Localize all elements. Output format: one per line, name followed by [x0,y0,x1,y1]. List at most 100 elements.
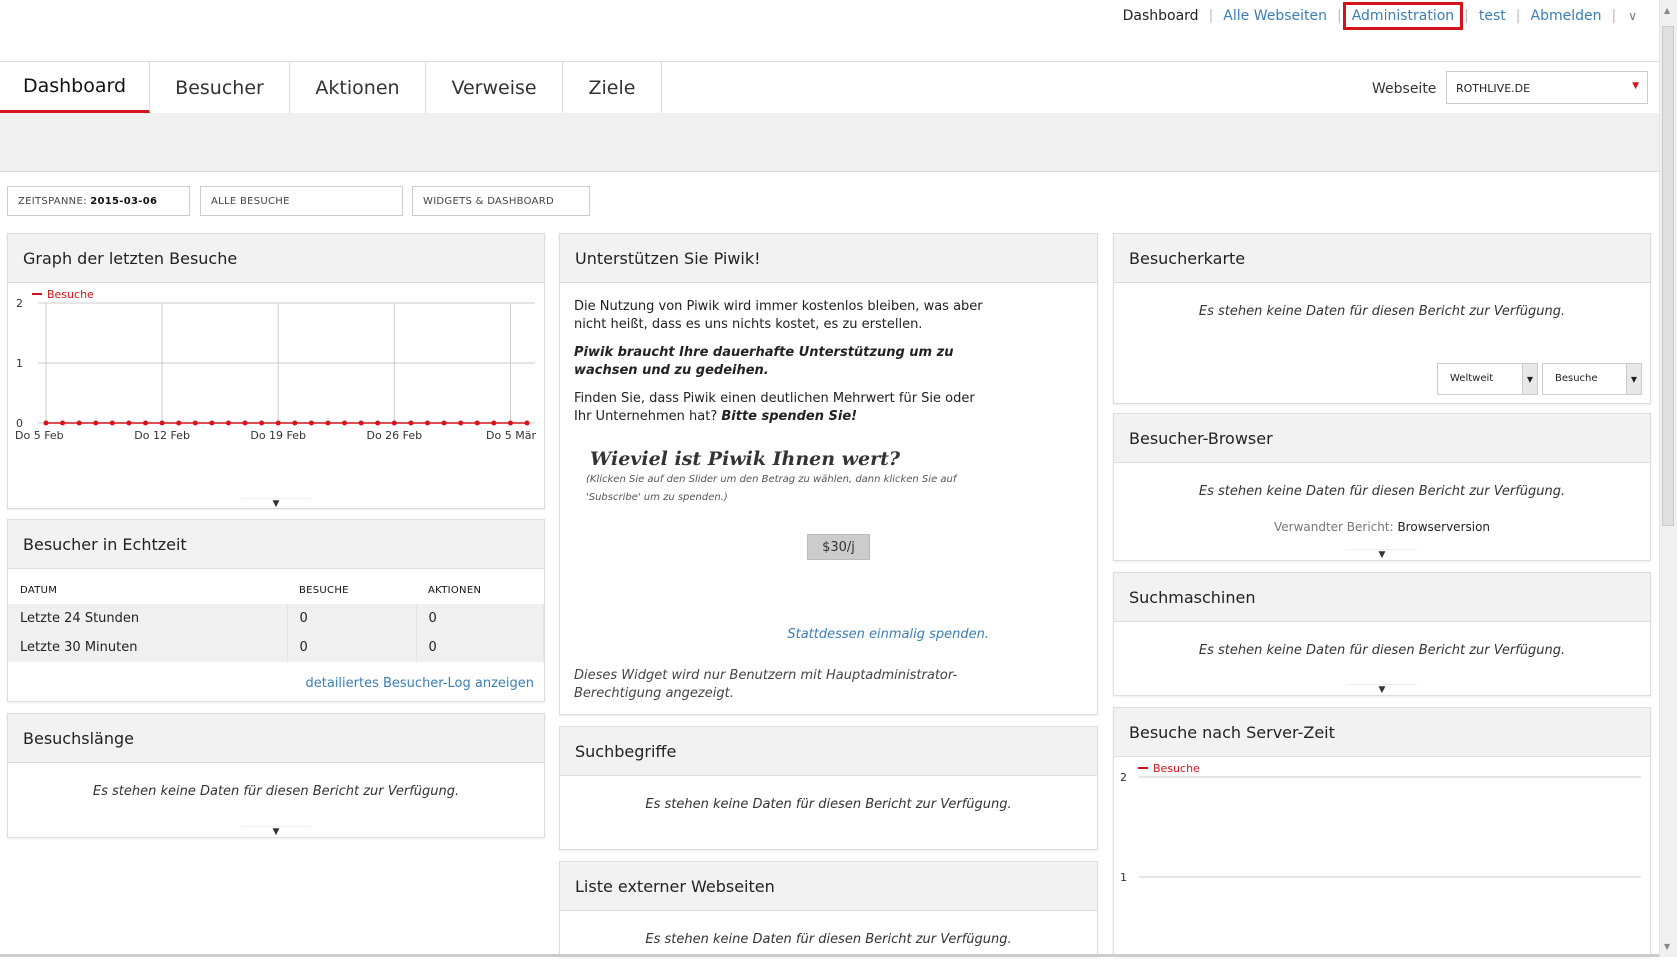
no-data-message: Es stehen keine Daten für diesen Bericht… [645,797,1012,812]
widget-title: Suchmaschinen [1114,573,1650,622]
data-point [358,420,364,426]
x-tick-label: Do 12 Feb [134,429,190,442]
site-selector-label: Webseite [1372,81,1437,97]
period-label: ZEITSPANNE: [18,196,87,207]
table-cell: 0 [416,633,544,662]
data-point [424,420,430,426]
data-point [342,420,348,426]
expand-arrow-icon[interactable]: ▼ [1347,549,1417,560]
scroll-up-icon[interactable]: ▲ [1664,6,1670,15]
data-point [325,420,331,426]
donate-hint: (Klicken Sie auf den Slider um den Betra… [586,474,957,503]
x-tick-label: Do 19 Feb [250,429,306,442]
one-time-donation-link[interactable]: Stattdessen einmalig spenden. [787,627,989,642]
map-scope-select[interactable]: Weltweit ▼ [1437,363,1538,395]
related-report-label: Verwandter Bericht: [1273,520,1394,534]
data-point [242,420,248,426]
legend-label: Besuche [1153,763,1200,775]
period-value: 2015-03-06 [90,196,158,207]
y-tick-label: 1 [1120,871,1127,884]
widget-title: Unterstützen Sie Piwik! [560,234,1097,283]
map-metric-select[interactable]: Besuche ▼ [1542,363,1642,395]
data-point [176,420,182,426]
topnav-logout-link[interactable]: Abmelden [1531,8,1602,24]
chevron-down-icon[interactable]: ∨ [1628,9,1637,23]
period-selector[interactable]: ZEITSPANNE: 2015-03-06 [7,186,190,216]
data-point [474,420,480,426]
donate-intro-text: Die Nutzung von Piwik wird immer kostenl… [574,299,983,332]
tab-referrers[interactable]: Verweise [426,62,563,113]
data-point [458,420,464,426]
expand-arrow-icon[interactable]: ▼ [241,826,311,837]
data-point [524,420,530,426]
y-tick-label: 2 [16,297,23,310]
topnav-administration-link[interactable]: Administration [1342,2,1464,30]
expand-arrow-icon[interactable]: ▼ [241,498,311,509]
data-point [143,420,149,426]
tab-goals[interactable]: Ziele [563,62,662,113]
site-selector[interactable]: ROTHLIVE.DE ▼ [1446,71,1648,104]
widget-server-time: Besuche nach Server-Zeit Besuche 2 1 [1113,707,1651,957]
data-point [76,420,82,426]
widget-realtime-visitors: Besucher in Echtzeit DATUM BESUCHE AKTIO… [7,519,545,702]
data-point [192,420,198,426]
page-scrollbar[interactable]: ▲ ▼ [1659,0,1677,957]
data-point [43,420,49,426]
map-scope-value: Weltweit [1450,373,1494,384]
donate-amount-slider[interactable]: $30/j [807,534,870,560]
data-point [259,420,265,426]
topnav-separator: | [1464,8,1469,24]
tab-dashboard[interactable]: Dashboard [0,62,150,113]
expand-arrow-icon[interactable]: ▼ [1347,684,1417,695]
no-data-message: Es stehen keine Daten für diesen Bericht… [1198,484,1566,499]
widget-donate: Unterstützen Sie Piwik! Die Nutzung von … [559,233,1098,715]
topnav-separator: | [1208,8,1214,24]
widget-search-engines: Suchmaschinen Es stehen keine Daten für … [1113,572,1651,696]
server-time-chart: Besuche 2 1 [1120,763,1641,884]
topnav-user-link[interactable]: test [1479,8,1506,24]
donate-heading: Wieviel ist Piwik Ihnen wert? [590,448,901,470]
data-point [308,420,314,426]
related-report-link[interactable]: Browserversion [1397,520,1490,534]
data-point [507,420,513,426]
x-tick-label: Do 5 Feb [15,429,64,442]
dropdown-caret-icon: ▼ [1626,364,1641,394]
data-point [93,420,99,426]
segment-selector[interactable]: ALLE BESUCHE [200,186,403,216]
data-point [159,420,165,426]
donate-please-text: Bitte spenden Sie! [721,409,858,424]
table-cell: 0 [287,633,417,662]
column-header-date: DATUM [20,585,58,596]
scroll-down-icon[interactable]: ▼ [1664,942,1670,951]
widgets-dashboard-menu[interactable]: WIDGETS & DASHBOARD [412,186,590,216]
topnav-separator: | [1611,8,1617,24]
widget-title: Besucher in Echtzeit [8,520,544,569]
submenu-bar [0,113,1660,172]
widget-title: Graph der letzten Besuche [8,234,544,283]
topnav-all-sites-link[interactable]: Alle Webseiten [1223,8,1327,24]
data-point [375,420,381,426]
data-point [209,420,215,426]
x-tick-label: Do 26 Feb [366,429,422,442]
table-cell: 0 [416,604,544,633]
topnav-dashboard-link[interactable]: Dashboard [1123,8,1199,24]
site-selector-value: ROTHLIVE.DE [1456,82,1531,95]
column-header-actions: AKTIONEN [428,585,482,596]
admin-only-note: Dieses Widget wird nur Benutzern mit Hau… [574,668,958,701]
topnav-separator: | [1515,8,1521,24]
widget-title: Besuchslänge [8,714,544,763]
tab-visitors[interactable]: Besucher [150,62,290,113]
no-data-message: Es stehen keine Daten für diesen Bericht… [645,932,1012,947]
visits-line-chart: Besuche210Do 5 Feb Do 12 Feb Do 19 Feb Do 2… [15,289,536,442]
tab-actions[interactable]: Aktionen [290,62,426,113]
column-header-visits: BESUCHE [299,585,349,596]
scrollbar-thumb[interactable] [1662,26,1674,526]
table-row: Letzte 24 Stunden 0 0 [8,604,544,633]
data-point [275,420,281,426]
widget-keywords: Suchbegriffe Es stehen keine Daten für d… [559,726,1098,850]
topnav-separator: | [1337,8,1342,24]
data-point [225,420,231,426]
donate-support-text: Piwik braucht Ihre dauerhafte Unterstütz… [574,345,954,378]
visitor-log-link[interactable]: detailiertes Besucher-Log anzeigen [306,676,535,691]
data-point [408,420,414,426]
